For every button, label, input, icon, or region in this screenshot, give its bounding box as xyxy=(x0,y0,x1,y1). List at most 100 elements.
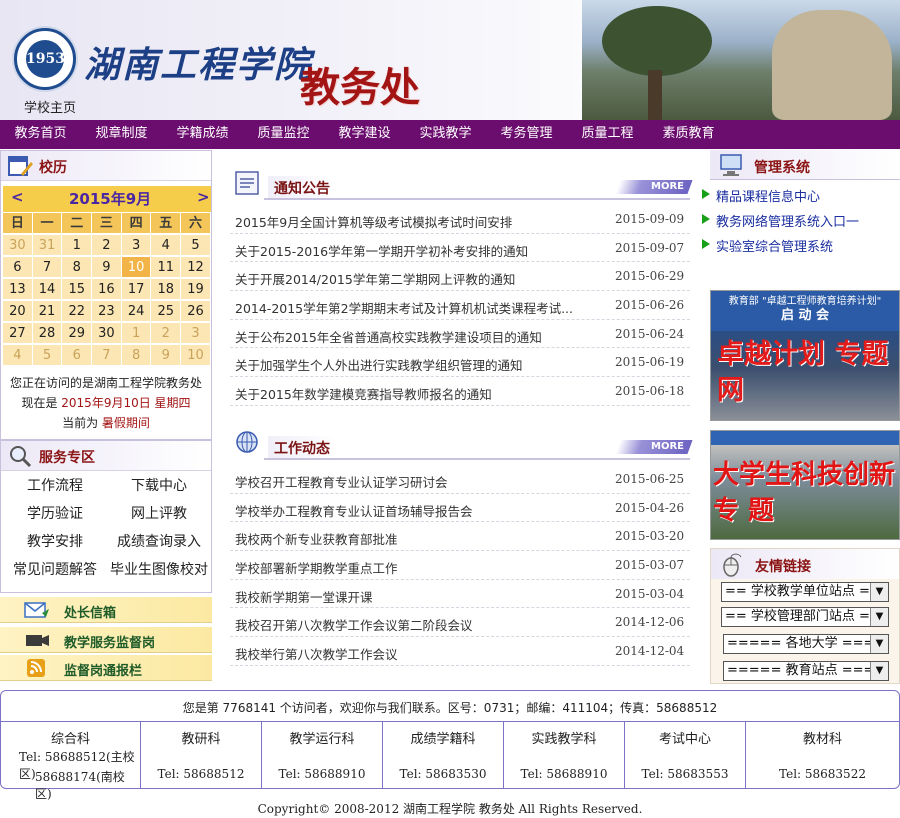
calendar-day[interactable]: 12 xyxy=(181,257,211,278)
calendar-day[interactable]: 7 xyxy=(32,257,63,278)
calendar-day[interactable]: 20 xyxy=(3,301,33,322)
calendar-day[interactable]: 18 xyxy=(151,279,182,300)
calendar-day[interactable]: 13 xyxy=(3,279,33,300)
calendar-day[interactable]: 4 xyxy=(3,345,33,366)
calendar-day[interactable]: 28 xyxy=(32,323,63,344)
calendar-day[interactable]: 8 xyxy=(62,257,93,278)
nav-item-quality-monitor[interactable]: 质量监控 xyxy=(243,120,324,149)
calendar-day[interactable]: 23 xyxy=(92,301,122,322)
calendar-day[interactable]: 3 xyxy=(181,323,211,344)
notice-row[interactable]: 关于加强学生个人外出进行实践教学组织管理的通知 2015-06-19 xyxy=(230,348,690,378)
teaching-units-select[interactable]: == 学校教学单位站点 == ▼ xyxy=(721,582,889,602)
work-news-title[interactable]: 我校新学期第一堂课开课 xyxy=(235,587,373,606)
work-news-row[interactable]: 学校召开工程教育专业认证学习研讨会 2015-06-25 xyxy=(230,465,690,494)
nav-item-status-grades[interactable]: 学籍成绩 xyxy=(162,120,243,149)
notice-title[interactable]: 关于开展2014/2015学年第二学期网上评教的通知 xyxy=(235,269,515,288)
notice-title[interactable]: 关于公布2015年全省普通高校实践教学建设项目的通知 xyxy=(235,327,542,346)
innovation-banner[interactable]: 大学生科技创新 专 题 xyxy=(710,430,900,540)
calendar-day[interactable]: 16 xyxy=(92,279,122,300)
notice-title[interactable]: 2014-2015学年第2学期期末考试及计算机机试类课程考试... xyxy=(235,298,573,317)
calendar-day[interactable]: 5 xyxy=(181,235,211,256)
notice-row[interactable]: 2014-2015学年第2学期期末考试及计算机机试类课程考试... 2015-06… xyxy=(230,291,690,320)
calendar-day[interactable]: 3 xyxy=(121,235,152,256)
work-news-row[interactable]: 我校两个新专业获教育部批准 2015-03-20 xyxy=(230,522,690,552)
calendar-day[interactable]: 22 xyxy=(62,301,93,322)
director-mailbox-banner[interactable]: 处长信箱 xyxy=(0,597,212,623)
calendar-day[interactable]: 25 xyxy=(151,301,182,322)
service-schedule-link[interactable]: 教学安排 xyxy=(3,531,107,553)
service-download-link[interactable]: 下载中心 xyxy=(107,475,211,497)
calendar-day[interactable]: 9 xyxy=(92,257,122,278)
calendar-day[interactable]: 30 xyxy=(3,235,33,256)
calendar-prev-button[interactable]: < xyxy=(11,188,24,206)
service-monitor-banner[interactable]: 教学服务监督岗 xyxy=(0,627,212,653)
calendar-day[interactable]: 26 xyxy=(181,301,211,322)
monitor-bulletin-banner[interactable]: 监督岗通报栏 xyxy=(0,655,212,681)
calendar-day[interactable]: 27 xyxy=(3,323,33,344)
school-logo[interactable]: 1953 xyxy=(14,28,76,90)
work-news-row[interactable]: 我校新学期第一堂课开课 2015-03-04 xyxy=(230,580,690,609)
calendar-day[interactable]: 10 xyxy=(181,345,211,366)
notice-title[interactable]: 关于2015年数学建模竞赛指导教师报名的通知 xyxy=(235,384,492,403)
service-degree-verify-link[interactable]: 学历验证 xyxy=(3,503,107,525)
calendar-day[interactable]: 11 xyxy=(151,257,182,278)
nav-item-quality-education[interactable]: 素质教育 xyxy=(648,120,729,149)
calendar-day[interactable]: 2 xyxy=(151,323,182,344)
work-news-row[interactable]: 我校召开第八次教学工作会议第二阶段会议 2014-12-06 xyxy=(230,608,690,638)
notice-row[interactable]: 关于2015-2016学年第一学期开学初补考安排的通知 2015-09-07 xyxy=(230,234,690,263)
notice-row[interactable]: 关于开展2014/2015学年第二学期网上评教的通知 2015-06-29 xyxy=(230,262,690,292)
service-workflow-link[interactable]: 工作流程 xyxy=(3,475,107,497)
calendar-day[interactable]: 19 xyxy=(181,279,211,300)
work-news-title[interactable]: 学校举办工程教育专业认证首场辅导报告会 xyxy=(235,501,473,520)
calendar-day[interactable]: 6 xyxy=(62,345,93,366)
service-faq-link[interactable]: 常见问题解答 xyxy=(3,559,107,581)
calendar-day[interactable]: 24 xyxy=(121,301,152,322)
calendar-day[interactable]: 31 xyxy=(32,235,63,256)
calendar-day[interactable]: 10 xyxy=(121,257,152,278)
service-grade-query-link[interactable]: 成绩查询录入 xyxy=(107,531,211,553)
notice-title[interactable]: 关于加强学生个人外出进行实践教学组织管理的通知 xyxy=(235,355,523,374)
notices-more-button[interactable]: MORE xyxy=(615,180,693,194)
calendar-day[interactable]: 6 xyxy=(3,257,33,278)
work-news-row[interactable]: 我校举行第八次教学工作会议 2014-12-04 xyxy=(230,637,690,666)
calendar-day[interactable]: 7 xyxy=(92,345,122,366)
edu-sites-select[interactable]: ===== 教育站点 ===== ▼ xyxy=(723,661,889,681)
notice-row[interactable]: 关于公布2015年全省普通高校实践教学建设项目的通知 2015-06-24 xyxy=(230,320,690,349)
calendar-day[interactable]: 21 xyxy=(32,301,63,322)
work-news-row[interactable]: 学校部署新学期教学重点工作 2015-03-07 xyxy=(230,551,690,580)
calendar-day[interactable]: 8 xyxy=(121,345,152,366)
service-online-eval-link[interactable]: 网上评教 xyxy=(107,503,211,525)
calendar-day[interactable]: 30 xyxy=(92,323,122,344)
calendar-day[interactable]: 29 xyxy=(62,323,93,344)
notice-title[interactable]: 2015年9月全国计算机等级考试模拟考试时间安排 xyxy=(235,212,512,231)
calendar-day[interactable]: 2 xyxy=(92,235,122,256)
nav-item-teaching-construction[interactable]: 教学建设 xyxy=(324,120,405,149)
work-news-row[interactable]: 学校举办工程教育专业认证首场辅导报告会 2015-04-26 xyxy=(230,494,690,523)
nav-item-exam-management[interactable]: 考务管理 xyxy=(486,120,567,149)
calendar-day[interactable]: 9 xyxy=(151,345,182,366)
school-home-link[interactable]: 学校主页 xyxy=(24,97,76,116)
calendar-day[interactable]: 17 xyxy=(121,279,152,300)
work-news-title[interactable]: 我校举行第八次教学工作会议 xyxy=(235,644,398,663)
admin-depts-select[interactable]: == 学校管理部门站点 == ▼ xyxy=(721,607,889,627)
nav-item-quality-project[interactable]: 质量工程 xyxy=(567,120,648,149)
nav-item-rules[interactable]: 规章制度 xyxy=(81,120,162,149)
service-graduate-photo-link[interactable]: 毕业生图像校对 xyxy=(107,559,211,581)
nav-item-practice-teaching[interactable]: 实践教学 xyxy=(405,120,486,149)
work-more-button[interactable]: MORE xyxy=(615,440,693,454)
work-news-title[interactable]: 我校召开第八次教学工作会议第二阶段会议 xyxy=(235,615,473,634)
calendar-day[interactable]: 1 xyxy=(62,235,93,256)
nav-item-home[interactable]: 教务首页 xyxy=(0,120,81,149)
work-news-title[interactable]: 学校部署新学期教学重点工作 xyxy=(235,558,398,577)
notice-row[interactable]: 2015年9月全国计算机等级考试模拟考试时间安排 2015-09-09 xyxy=(230,205,690,234)
work-news-title[interactable]: 学校召开工程教育专业认证学习研讨会 xyxy=(235,472,448,491)
calendar-next-button[interactable]: > xyxy=(197,188,210,206)
notice-row[interactable]: 关于2015年数学建模竞赛指导教师报名的通知 2015-06-18 xyxy=(230,377,690,406)
calendar-day[interactable]: 4 xyxy=(151,235,182,256)
universities-select[interactable]: ===== 各地大学 ===== ▼ xyxy=(723,634,889,654)
notice-title[interactable]: 关于2015-2016学年第一学期开学初补考安排的通知 xyxy=(235,241,528,260)
calendar-day[interactable]: 14 xyxy=(32,279,63,300)
calendar-day[interactable]: 1 xyxy=(121,323,152,344)
calendar-day[interactable]: 5 xyxy=(32,345,63,366)
excellence-plan-banner[interactable]: 教育部 "卓越工程师教育培养计划" 启 动 会 卓越计划 专题网 xyxy=(710,290,900,421)
